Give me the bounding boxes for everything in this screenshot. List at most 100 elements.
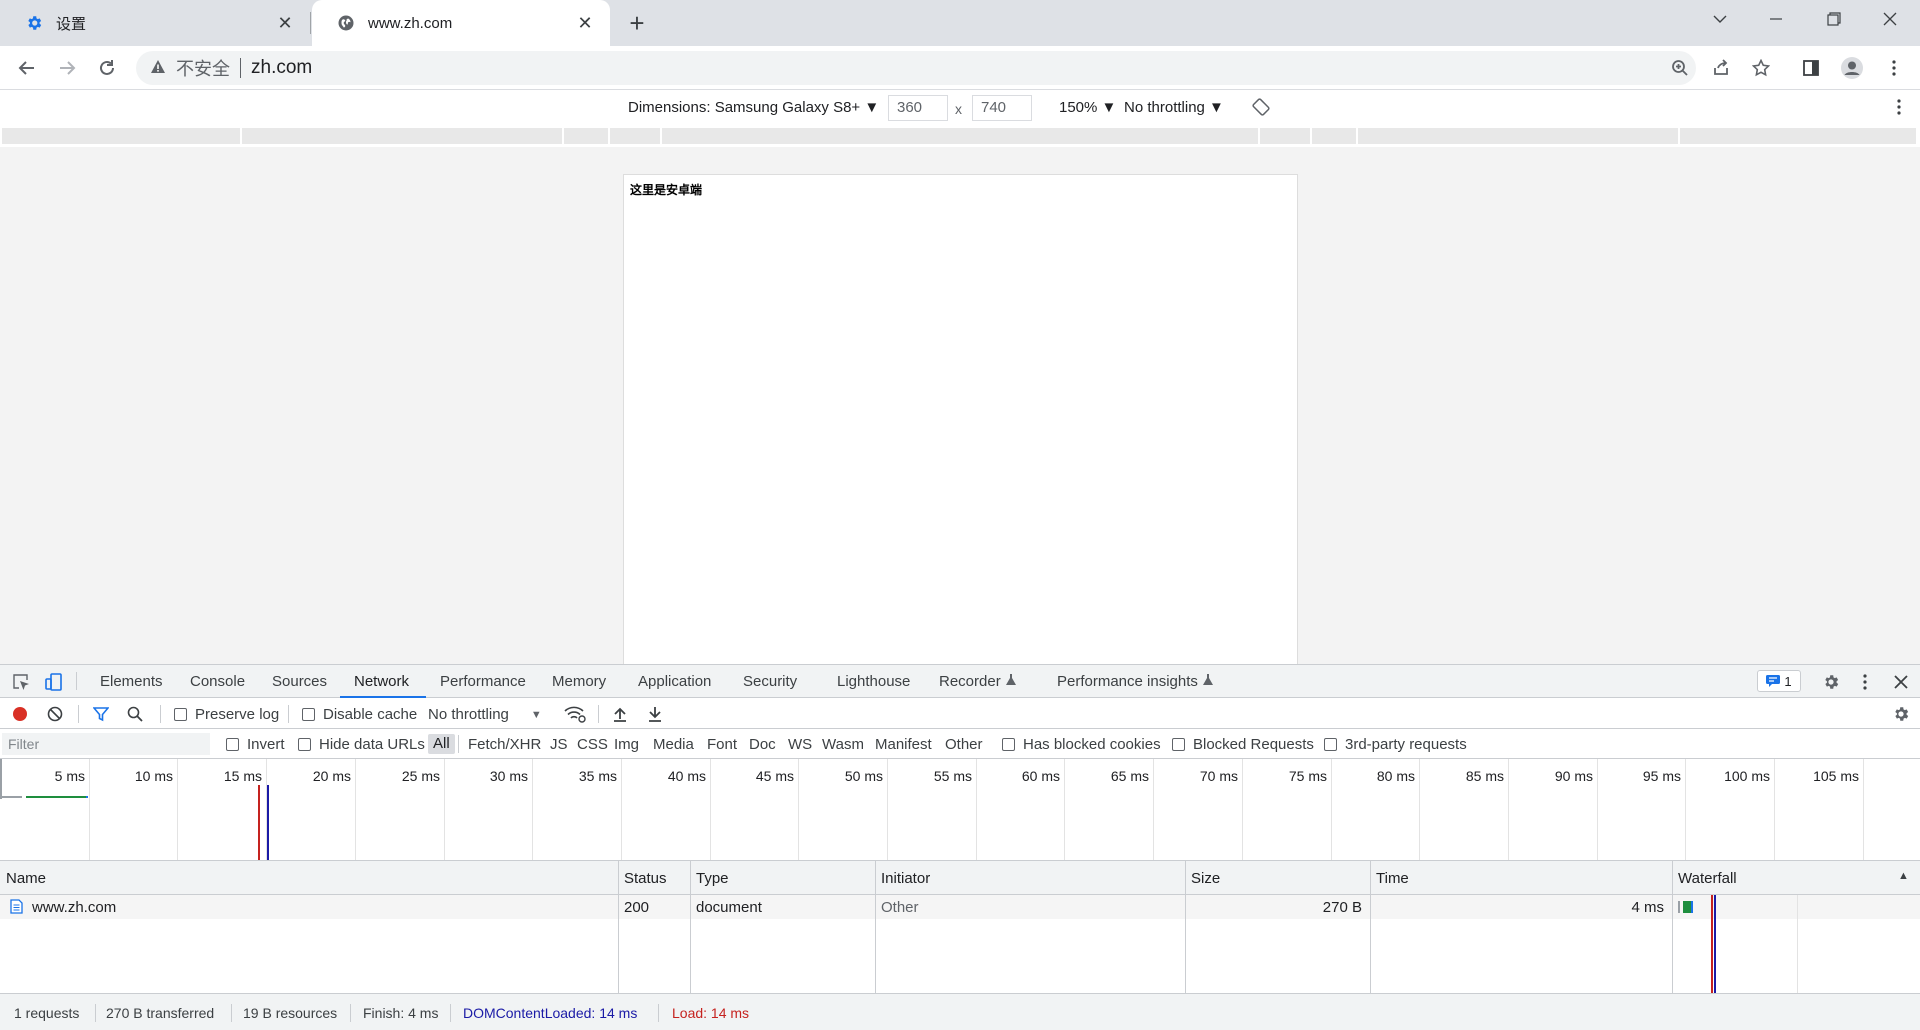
invert-checkbox[interactable]: Invert xyxy=(226,736,285,753)
network-overview-timeline[interactable]: 5 ms 10 ms 15 ms 20 ms 25 ms 30 ms 35 ms 40 ms 4… xyxy=(0,759,1920,861)
restore-icon[interactable] xyxy=(1806,0,1862,38)
media-query-segment[interactable] xyxy=(1312,128,1358,144)
issues-counter-button[interactable]: 1 xyxy=(1757,670,1801,692)
filter-type-wasm[interactable]: Wasm xyxy=(822,736,864,753)
tab-lighthouse[interactable]: Lighthouse xyxy=(837,673,910,690)
column-header-type[interactable]: Type xyxy=(696,870,729,887)
media-query-segment[interactable] xyxy=(662,128,1260,144)
close-devtools-icon[interactable] xyxy=(1890,671,1912,693)
device-dimensions-select[interactable]: Dimensions: Samsung Galaxy S8+ ▼ xyxy=(628,99,879,116)
checkbox-box[interactable] xyxy=(226,738,239,751)
checkbox-box[interactable] xyxy=(174,708,187,721)
tab-sources[interactable]: Sources xyxy=(272,673,327,690)
filter-type-img[interactable]: Img xyxy=(614,736,639,753)
device-height-input[interactable]: 740 xyxy=(972,95,1032,121)
filter-type-manifest[interactable]: Manifest xyxy=(875,736,932,753)
devtools-menu-icon[interactable] xyxy=(1854,671,1876,693)
column-divider[interactable] xyxy=(1185,861,1186,993)
filter-type-other[interactable]: Other xyxy=(945,736,983,753)
preserve-log-checkbox[interactable]: Preserve log xyxy=(174,706,279,723)
filter-type-media[interactable]: Media xyxy=(653,736,694,753)
blocked-requests-checkbox[interactable]: Blocked Requests xyxy=(1172,736,1314,753)
tab-zh-com[interactable]: www.zh.com ✕ xyxy=(312,0,610,46)
column-divider[interactable] xyxy=(618,861,619,993)
device-width-input[interactable]: 360 xyxy=(888,95,948,121)
filter-type-doc[interactable]: Doc xyxy=(749,736,776,753)
filter-type-fetch-xhr[interactable]: Fetch/XHR xyxy=(468,736,541,753)
checkbox-box[interactable] xyxy=(1002,738,1015,751)
url-text[interactable]: zh.com xyxy=(251,57,312,79)
inspect-element-icon[interactable] xyxy=(10,671,32,693)
import-har-icon[interactable] xyxy=(612,706,628,722)
column-header-status[interactable]: Status xyxy=(624,870,667,887)
has-blocked-cookies-checkbox[interactable]: Has blocked cookies xyxy=(1002,736,1161,753)
clear-icon[interactable] xyxy=(47,706,63,722)
request-name[interactable]: www.zh.com xyxy=(32,899,116,916)
column-divider[interactable] xyxy=(1672,861,1673,993)
column-divider[interactable] xyxy=(875,861,876,993)
record-icon[interactable] xyxy=(12,706,28,722)
filter-funnel-icon[interactable] xyxy=(93,706,109,722)
media-query-segment[interactable] xyxy=(1680,128,1918,144)
side-panel-icon[interactable] xyxy=(1795,52,1827,84)
media-query-segment[interactable] xyxy=(564,128,610,144)
media-query-segment[interactable] xyxy=(2,128,242,144)
disable-cache-checkbox[interactable]: Disable cache xyxy=(302,706,417,723)
device-toolbar-menu-icon[interactable] xyxy=(1897,99,1901,119)
settings-gear-icon[interactable] xyxy=(1820,671,1842,693)
tab-memory[interactable]: Memory xyxy=(552,673,606,690)
rotate-icon[interactable] xyxy=(1252,98,1270,120)
zoom-icon[interactable] xyxy=(1664,52,1696,84)
zoom-select[interactable]: 150% ▼ xyxy=(1059,99,1116,116)
sort-ascending-icon[interactable]: ▲ xyxy=(1898,870,1909,882)
warning-icon[interactable] xyxy=(150,59,166,78)
network-conditions-icon[interactable] xyxy=(564,705,586,723)
tab-performance-insights[interactable]: Performance insights xyxy=(1057,673,1214,690)
checkbox-box[interactable] xyxy=(302,708,315,721)
back-icon[interactable] xyxy=(11,52,43,84)
tab-settings[interactable]: 设置 ✕ xyxy=(0,0,310,46)
media-query-segment[interactable] xyxy=(242,128,564,144)
filter-type-css[interactable]: CSS xyxy=(577,736,608,753)
filter-type-js[interactable]: JS xyxy=(550,736,568,753)
tab-security[interactable]: Security xyxy=(743,673,797,690)
security-label[interactable]: 不安全 xyxy=(176,55,230,81)
profile-avatar-icon[interactable] xyxy=(1836,52,1868,84)
tab-recorder[interactable]: Recorder xyxy=(939,673,1017,690)
media-query-segment[interactable] xyxy=(1260,128,1312,144)
close-icon[interactable]: ✕ xyxy=(274,12,296,34)
table-row[interactable]: www.zh.com 200 document Other 270 B 4 ms xyxy=(0,895,1920,919)
browser-menu-icon[interactable] xyxy=(1878,52,1910,84)
address-bar[interactable]: 不安全 zh.com xyxy=(136,51,1696,85)
checkbox-box[interactable] xyxy=(298,738,311,751)
filter-type-all[interactable]: All xyxy=(428,734,455,754)
column-header-size[interactable]: Size xyxy=(1191,870,1220,887)
reload-icon[interactable] xyxy=(91,52,123,84)
minimize-icon[interactable] xyxy=(1748,0,1804,38)
media-query-segment[interactable] xyxy=(610,128,662,144)
tab-console[interactable]: Console xyxy=(190,673,245,690)
bookmark-star-icon[interactable] xyxy=(1745,52,1777,84)
column-header-name[interactable]: Name xyxy=(6,870,46,887)
share-icon[interactable] xyxy=(1705,52,1737,84)
hide-data-urls-checkbox[interactable]: Hide data URLs xyxy=(298,736,425,753)
chevron-down-icon[interactable] xyxy=(1692,0,1748,38)
waterfall-ttfb-segment[interactable] xyxy=(1683,901,1691,913)
tab-application[interactable]: Application xyxy=(638,673,711,690)
emulated-device-screen[interactable]: 这里是安卓端 xyxy=(623,174,1298,664)
checkbox-box[interactable] xyxy=(1172,738,1185,751)
network-settings-gear-icon[interactable] xyxy=(1892,705,1910,723)
export-har-icon[interactable] xyxy=(647,706,663,722)
close-window-icon[interactable] xyxy=(1862,0,1918,38)
filter-type-ws[interactable]: WS xyxy=(788,736,812,753)
column-header-waterfall[interactable]: Waterfall xyxy=(1678,870,1737,887)
overview-left-handle[interactable] xyxy=(0,759,2,799)
filter-input[interactable]: Filter xyxy=(2,733,210,755)
tab-performance[interactable]: Performance xyxy=(440,673,526,690)
forward-icon[interactable] xyxy=(51,52,83,84)
device-toggle-icon[interactable] xyxy=(43,671,65,693)
column-divider[interactable] xyxy=(690,861,691,993)
tab-network[interactable]: Network xyxy=(354,673,409,690)
column-divider[interactable] xyxy=(1370,861,1371,993)
column-header-time[interactable]: Time xyxy=(1376,870,1409,887)
